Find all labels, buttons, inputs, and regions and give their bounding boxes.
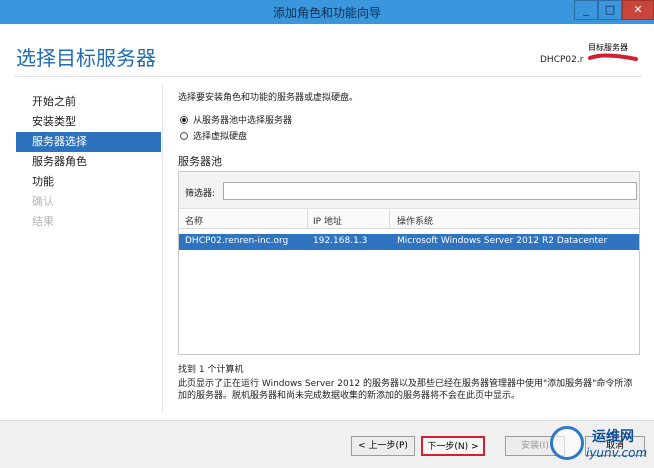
- column-header-os[interactable]: 操作系统: [397, 214, 433, 227]
- close-button[interactable]: ✕: [622, 0, 654, 20]
- watermark-text-url: iyunv.com: [586, 446, 648, 460]
- nav-item-confirmation: 确认: [32, 195, 54, 208]
- previous-button[interactable]: < 上一步(P): [351, 436, 415, 456]
- nav-item-results: 结果: [32, 215, 54, 228]
- radio-select-from-pool[interactable]: 从服务器池中选择服务器: [180, 113, 292, 126]
- minimize-button[interactable]: _: [574, 0, 598, 20]
- radio-select-vhd-label: 选择虚拟硬盘: [193, 132, 248, 142]
- nav-item-before-you-begin[interactable]: 开始之前: [16, 92, 161, 112]
- window-title: 添加角色和功能向导: [272, 6, 381, 20]
- filter-label: 筛选器:: [185, 189, 216, 199]
- nav-item-features[interactable]: 功能: [16, 172, 161, 192]
- radio-checked-icon[interactable]: [180, 116, 188, 124]
- watermark: 运维网 iyunv.com: [542, 420, 654, 467]
- nav-divider: [162, 84, 163, 414]
- description-text: 此页显示了正在运行 Windows Server 2012 的服务器以及那些已经…: [178, 379, 633, 401]
- maximize-button[interactable]: □: [598, 0, 622, 20]
- row-os: Microsoft Windows Server 2012 R2 Datacen…: [397, 236, 608, 246]
- column-divider[interactable]: [307, 210, 308, 228]
- server-pool-panel: 筛选器: 名称 IP 地址 操作系统 DHCP02.renren-inc.org…: [178, 171, 640, 355]
- filter-input[interactable]: [223, 182, 637, 200]
- table-row[interactable]: DHCP02.renren-inc.org 192.168.1.3 Micros…: [179, 234, 639, 250]
- next-button[interactable]: 下一步(N) >: [421, 436, 485, 456]
- column-header-ip[interactable]: IP 地址: [313, 214, 342, 227]
- row-name: DHCP02.renren-inc.org: [185, 236, 289, 246]
- radio-select-from-pool-label: 从服务器池中选择服务器: [193, 116, 293, 126]
- page-title: 选择目标服务器: [16, 46, 156, 70]
- server-pool-heading: 服务器池: [178, 155, 222, 168]
- nav-item-server-selection[interactable]: 服务器选择: [16, 132, 161, 152]
- title-bar: 添加角色和功能向导: [0, 0, 654, 24]
- destination-server-name: DHCP02.r: [540, 55, 584, 65]
- watermark-logo-icon: [550, 426, 584, 460]
- column-header-name[interactable]: 名称: [185, 214, 203, 227]
- watermark-text-cn: 运维网: [592, 429, 634, 445]
- found-count: 找到 1 个计算机: [178, 365, 244, 375]
- nav-item-installation-type[interactable]: 安装类型: [16, 112, 161, 132]
- table-header: 名称 IP 地址 操作系统: [179, 210, 639, 229]
- row-ip: 192.168.1.3: [313, 236, 368, 246]
- redaction-mark: [588, 53, 638, 61]
- filter-bar: 筛选器:: [179, 172, 639, 209]
- radio-select-vhd[interactable]: 选择虚拟硬盘: [180, 129, 247, 142]
- header-divider: [14, 76, 642, 77]
- column-divider[interactable]: [389, 210, 390, 228]
- intro-text: 选择要安装角色和功能的服务器或虚拟硬盘。: [178, 93, 359, 103]
- radio-unchecked-icon[interactable]: [180, 132, 188, 140]
- nav-item-server-roles[interactable]: 服务器角色: [16, 152, 161, 172]
- wizard-nav: 开始之前 安装类型 服务器选择 服务器角色 功能 确认 结果: [16, 92, 161, 232]
